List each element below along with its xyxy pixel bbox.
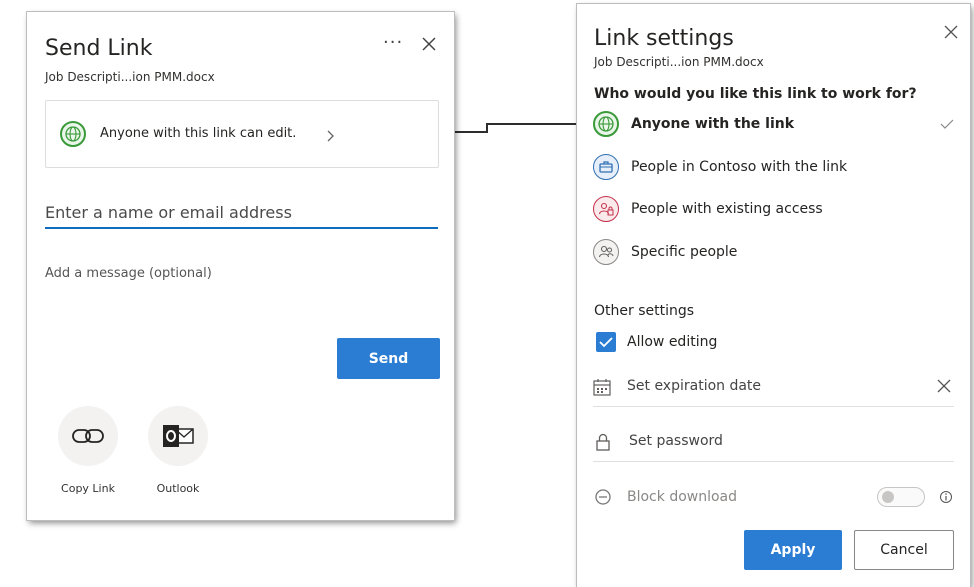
password-row [593,425,954,462]
link-permission-button[interactable]: Anyone with this link can edit. [45,100,439,168]
option-anyone[interactable]: Anyone with the link [593,108,943,140]
option-org-label: People in Contoso with the link [631,159,848,175]
send-link-dialog: Send Link Job Descripti...ion PMM.docx ·… [27,12,454,520]
chevron-right-icon [327,130,334,142]
calendar-icon [593,379,611,396]
option-org[interactable]: People in Contoso with the link [593,151,943,183]
allow-editing-checkbox[interactable] [596,332,616,352]
send-link-file-name: Job Descripti...ion PMM.docx [45,70,215,84]
link-settings-dialog: Link settings Job Descripti...ion PMM.do… [577,4,970,587]
apply-button[interactable]: Apply [744,530,842,570]
toggle-knob [882,491,894,503]
expiration-date-input[interactable] [627,370,917,402]
copy-link-button[interactable] [58,406,118,466]
briefcase-icon [593,154,619,180]
password-input[interactable] [629,425,919,457]
other-settings-heading: Other settings [594,303,695,319]
link-settings-title: Link settings [594,26,734,51]
message-input[interactable] [45,260,435,286]
block-icon [595,489,611,505]
close-button[interactable] [421,36,437,56]
cancel-button[interactable]: Cancel [854,530,954,570]
permission-text: Anyone with this link can edit. [100,126,297,141]
send-link-title: Send Link [45,36,153,61]
block-download-label: Block download [627,489,738,505]
link-icon [72,429,104,443]
link-settings-file-name: Job Descripti...ion PMM.docx [594,55,764,69]
send-button[interactable]: Send [337,338,440,379]
audience-question: Who would you like this link to work for… [594,86,917,102]
close-icon [944,25,958,39]
expiration-row [593,370,954,407]
outlook-button[interactable] [148,406,208,466]
option-specific-label: Specific people [631,244,738,260]
close-icon [422,37,436,51]
info-icon[interactable] [939,490,953,504]
checkmark-icon [599,337,613,348]
more-options-button[interactable]: ··· [383,32,403,53]
outlook-icon [163,425,194,447]
option-existing-label: People with existing access [631,201,823,217]
option-anyone-label: Anyone with the link [631,116,795,132]
allow-editing-label: Allow editing [627,334,718,350]
globe-icon [60,121,86,147]
copy-link-label: Copy Link [61,482,115,495]
checkmark-icon [940,119,954,129]
settings-close-button[interactable] [943,24,959,44]
email-input[interactable] [45,197,438,229]
clear-date-icon[interactable] [937,379,951,393]
outlook-label: Outlook [156,482,200,495]
option-specific[interactable]: Specific people [593,236,943,268]
globe-icon [593,111,619,137]
people-icon [593,239,619,265]
option-existing[interactable]: People with existing access [593,193,943,225]
lock-icon [596,433,610,451]
block-download-toggle[interactable] [877,487,925,507]
people-lock-icon [593,196,619,222]
